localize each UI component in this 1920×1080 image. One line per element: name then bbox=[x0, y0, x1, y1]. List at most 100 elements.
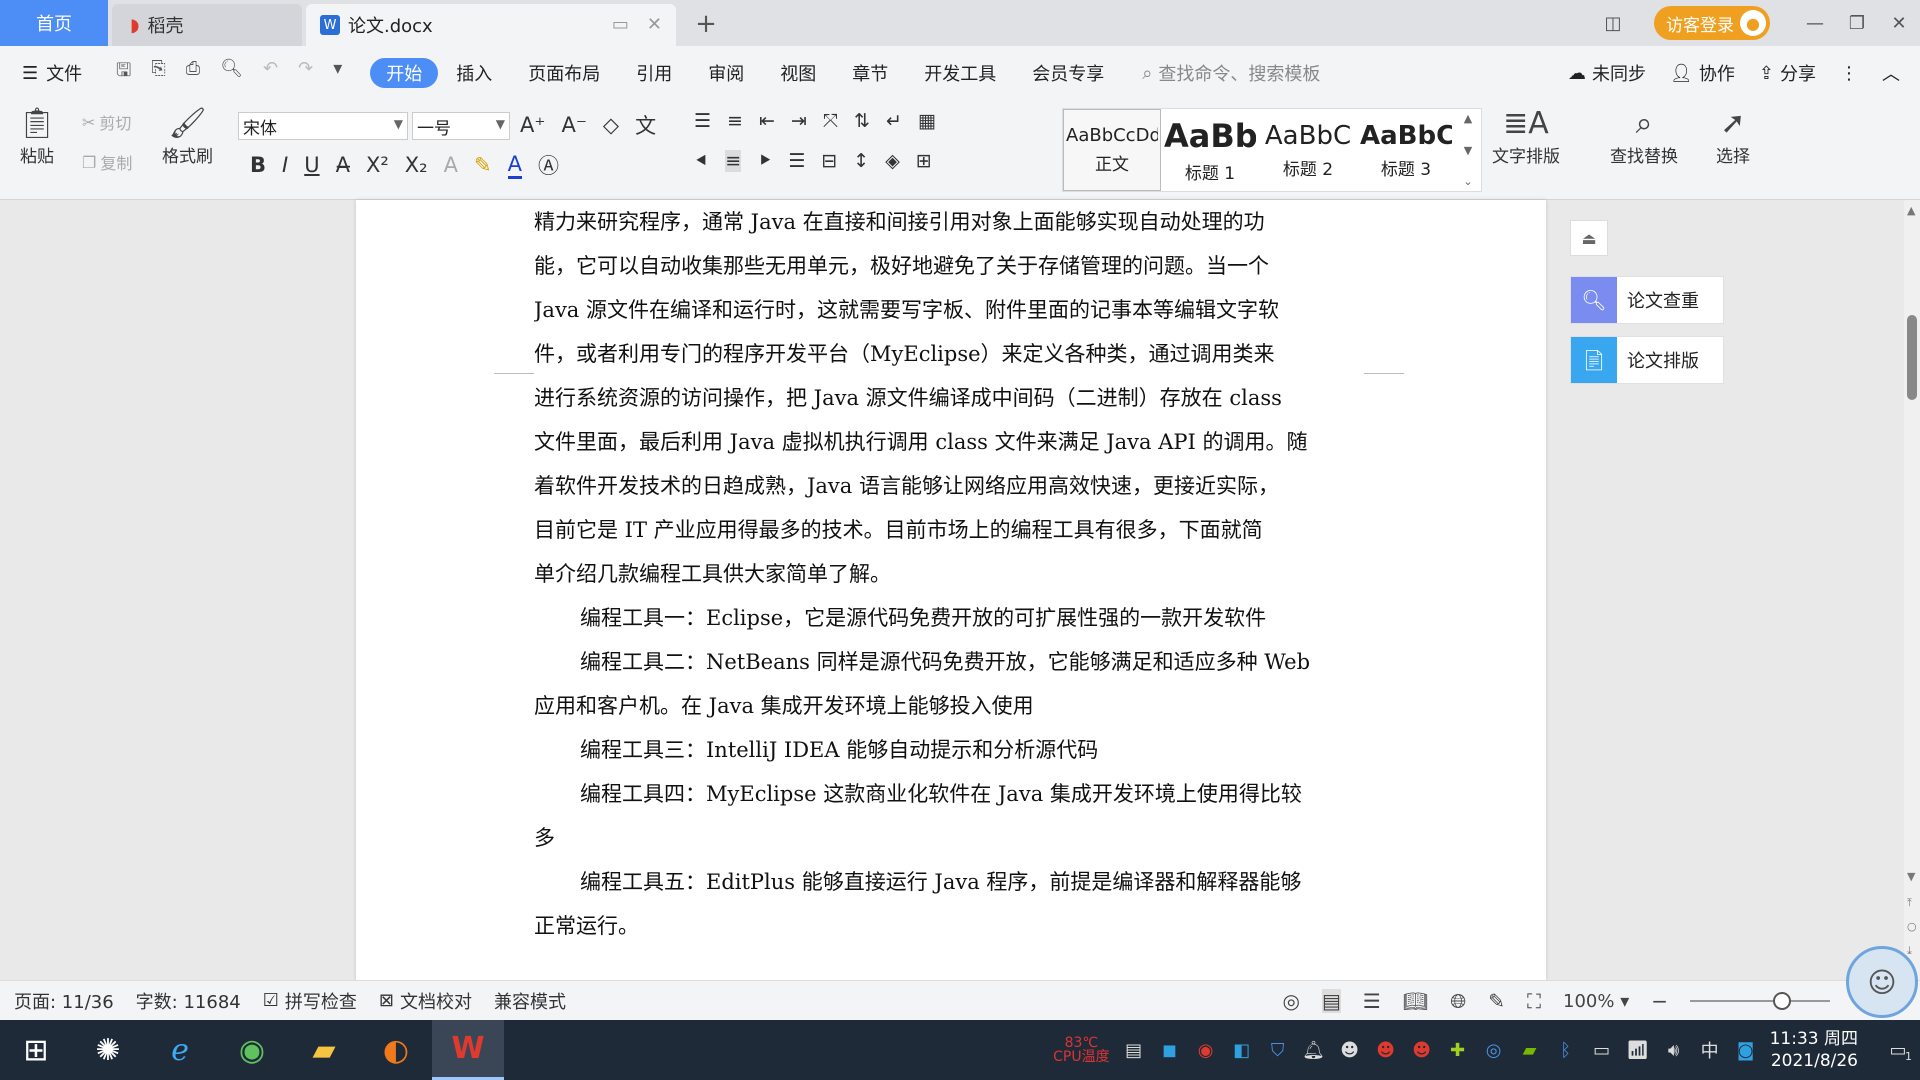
wps-writer-icon[interactable]: W bbox=[432, 1020, 504, 1080]
document-line[interactable]: 能，它可以自动收集那些无用单元，极好地避免了关于存储管理的问题。当一个 bbox=[534, 244, 1354, 288]
eye-protect-icon[interactable]: ◎ bbox=[1283, 989, 1300, 1013]
prev-page-icon[interactable]: ⤒ bbox=[1907, 896, 1912, 910]
highlight-icon[interactable]: ✎ bbox=[474, 153, 492, 177]
tab-chapter[interactable]: 章节 bbox=[834, 58, 906, 88]
proofread-button[interactable]: ⊠ 文档校对 bbox=[379, 988, 472, 1014]
tab-home[interactable]: 首页 bbox=[0, 0, 108, 46]
media-app-icon[interactable]: ◐ bbox=[360, 1020, 432, 1080]
align-right-icon[interactable]: ⯈ bbox=[757, 150, 772, 172]
text-layout-button[interactable]: ≣A 文字排版 bbox=[1492, 106, 1560, 167]
superscript-icon[interactable]: X² bbox=[366, 153, 389, 177]
news-icon[interactable]: ▤ bbox=[1122, 1040, 1146, 1061]
fan-app-icon[interactable]: ✺ bbox=[72, 1020, 144, 1080]
nvidia-icon[interactable]: ▰ bbox=[1518, 1040, 1542, 1061]
qq-icon[interactable]: ☻ bbox=[1374, 1040, 1398, 1061]
undo-icon[interactable]: ↶ bbox=[263, 58, 278, 88]
scroll-down-icon[interactable]: ▼ bbox=[1907, 870, 1915, 883]
document-line[interactable]: 编程工具一：Eclipse，它是源代码免费开放的可扩展性强的一款开发软件 bbox=[534, 596, 1354, 640]
document-line[interactable]: 文件里面，最后利用 Java 虚拟机执行调用 class 文件来满足 Java … bbox=[534, 420, 1354, 464]
print-icon[interactable]: ⎙ bbox=[186, 58, 200, 88]
command-search[interactable]: ⌕ 查找命令、搜索模板 bbox=[1142, 60, 1320, 86]
web-view-icon[interactable]: 🌐︎ bbox=[1450, 989, 1466, 1013]
document-line[interactable]: 精力来研究程序，通常 Java 在直接和间接引用对象上面能够实现自动处理的功 bbox=[534, 200, 1354, 244]
document-line[interactable]: 目前它是 IT 产业应用得最多的技术。目前市场上的编程工具有很多，下面就简 bbox=[534, 508, 1354, 552]
scroll-thumb[interactable] bbox=[1907, 315, 1917, 400]
cpu-temp-widget[interactable]: 83℃ CPU温度 bbox=[1053, 1036, 1109, 1064]
tab-review[interactable]: 审阅 bbox=[690, 58, 762, 88]
italic-icon[interactable]: I bbox=[282, 153, 288, 177]
file-menu[interactable]: ☰ 文件 bbox=[0, 60, 110, 86]
align-center-icon[interactable]: ≡ bbox=[725, 150, 742, 172]
style-gallery-scroll[interactable]: ▲ ▼ ⌄ bbox=[1456, 108, 1480, 192]
document-line[interactable]: 件，或者利用专门的程序开发平台（MyEclipse）来定义各种类，通过调用类来 bbox=[534, 332, 1354, 376]
more-icon[interactable]: ⋮ bbox=[1840, 63, 1858, 84]
network-app-icon[interactable]: ◧ bbox=[1230, 1040, 1254, 1061]
spell-check-button[interactable]: ☑ 拼写检查 bbox=[263, 988, 357, 1014]
battery-icon[interactable]: ▭ bbox=[1590, 1040, 1614, 1061]
bluetooth-icon[interactable]: ᛒ bbox=[1554, 1040, 1578, 1061]
expand-icon[interactable]: ⌄ bbox=[1463, 175, 1472, 188]
text-effect-icon[interactable]: A bbox=[444, 153, 458, 177]
tab-insert[interactable]: 插入 bbox=[438, 58, 510, 88]
volume-icon[interactable]: 🔊︎ bbox=[1662, 1040, 1686, 1061]
windows-start-icon[interactable]: ⊞ bbox=[0, 1020, 72, 1080]
line-spacing-icon[interactable]: ↕ bbox=[853, 150, 869, 172]
table-grid-icon[interactable]: ▦ bbox=[918, 110, 936, 132]
bell-icon[interactable]: 🔔︎ bbox=[1302, 1040, 1326, 1061]
style-heading-1[interactable]: AaBb 标题 1 bbox=[1161, 109, 1259, 191]
notification-icon[interactable]: ▭ 1 bbox=[1886, 1040, 1912, 1063]
plus-app-icon[interactable]: ✚ bbox=[1446, 1040, 1470, 1061]
read-view-icon[interactable]: 📖︎ bbox=[1403, 989, 1428, 1013]
thesis-layout-button[interactable]: 📄︎ 论文排版 bbox=[1570, 336, 1724, 384]
tab-document[interactable]: W 论文.docx ▭ ✕ bbox=[306, 4, 676, 46]
app-tray-icon[interactable]: ◼ bbox=[1158, 1040, 1182, 1061]
thesis-check-button[interactable]: 🔍︎ 论文查重 bbox=[1570, 276, 1724, 324]
customize-icon[interactable]: ▾ bbox=[333, 58, 342, 88]
document-line[interactable]: 应用和客户机。在 Java 集成开发环境上能够投入使用 bbox=[534, 684, 1354, 728]
justify-icon[interactable]: ☰ bbox=[788, 150, 805, 172]
minimize-icon[interactable]: — bbox=[1794, 0, 1836, 46]
tab-view[interactable]: 视图 bbox=[762, 58, 834, 88]
document-page[interactable]: 精力来研究程序，通常 Java 在直接和间接引用对象上面能够实现自动处理的功 能，… bbox=[356, 200, 1546, 980]
select-browse-icon[interactable]: ○ bbox=[1907, 920, 1917, 933]
document-line[interactable]: 编程工具四：MyEclipse 这款商业化软件在 Java 集成开发环境上使用得… bbox=[534, 772, 1354, 816]
document-line[interactable]: 编程工具二：NetBeans 同样是源代码免费开放，它能够满足和适应多种 Web bbox=[534, 640, 1354, 684]
output-icon[interactable]: ⎘ bbox=[151, 58, 165, 88]
ime-indicator[interactable]: 中 bbox=[1698, 1037, 1722, 1063]
font-family-select[interactable]: 宋体 ▼ bbox=[238, 112, 408, 140]
wifi-icon[interactable]: 📶︎ bbox=[1626, 1040, 1650, 1061]
system-clock[interactable]: 11:33 周四 2021/8/26 bbox=[1770, 1028, 1858, 1072]
subscript-icon[interactable]: X₂ bbox=[405, 153, 428, 177]
chevron-down-icon[interactable]: ▼ bbox=[1464, 144, 1472, 157]
collapse-panel-button[interactable]: ⏏ bbox=[1570, 220, 1608, 256]
font-size-select[interactable]: 一号 ▼ bbox=[412, 112, 510, 140]
scroll-up-icon[interactable]: ▲ bbox=[1907, 204, 1915, 217]
guest-login-button[interactable]: 访客登录 ● bbox=[1654, 6, 1770, 40]
underline-icon[interactable]: U bbox=[304, 153, 319, 177]
decrease-indent-icon[interactable]: ⇤ bbox=[759, 110, 775, 132]
cloud-app-icon[interactable]: ◎ bbox=[1482, 1040, 1506, 1061]
security-tray-icon[interactable]: ◉ bbox=[1194, 1040, 1218, 1061]
style-normal[interactable]: AaBbCcDd 正文 bbox=[1063, 109, 1161, 191]
qq-icon[interactable]: ☻ bbox=[1410, 1040, 1434, 1061]
format-painter-button[interactable]: 🖌︎ 格式刷 bbox=[162, 106, 213, 167]
tab-developer[interactable]: 开发工具 bbox=[906, 58, 1014, 88]
restore-icon[interactable]: ❐ bbox=[1836, 0, 1878, 46]
tab-start[interactable]: 开始 bbox=[370, 58, 439, 88]
zoom-slider-handle[interactable] bbox=[1773, 992, 1792, 1010]
document-line[interactable]: 多 bbox=[534, 816, 1354, 860]
close-window-icon[interactable]: ✕ bbox=[1878, 0, 1920, 46]
document-body[interactable]: 精力来研究程序，通常 Java 在直接和间接引用对象上面能够实现自动处理的功 能，… bbox=[534, 200, 1354, 948]
file-explorer-icon[interactable]: ▰ bbox=[288, 1020, 360, 1080]
write-view-icon[interactable]: ✎ bbox=[1488, 989, 1505, 1013]
document-line[interactable]: 正常运行。 bbox=[534, 904, 1354, 948]
document-line[interactable]: 编程工具三：IntelliJ IDEA 能够自动提示和分析源代码 bbox=[534, 728, 1354, 772]
qq-icon[interactable]: ☻ bbox=[1338, 1040, 1362, 1061]
bullet-list-icon[interactable]: ☰ bbox=[694, 110, 711, 132]
collapse-ribbon-icon[interactable]: ︿ bbox=[1882, 60, 1900, 86]
zoom-slider[interactable] bbox=[1690, 992, 1830, 1010]
close-tab-icon[interactable]: ✕ bbox=[647, 14, 662, 35]
tab-member[interactable]: 会员专享 bbox=[1014, 58, 1122, 88]
chevron-up-icon[interactable]: ▲ bbox=[1464, 112, 1472, 125]
print-preview-icon[interactable]: 🔍︎ bbox=[220, 58, 243, 88]
